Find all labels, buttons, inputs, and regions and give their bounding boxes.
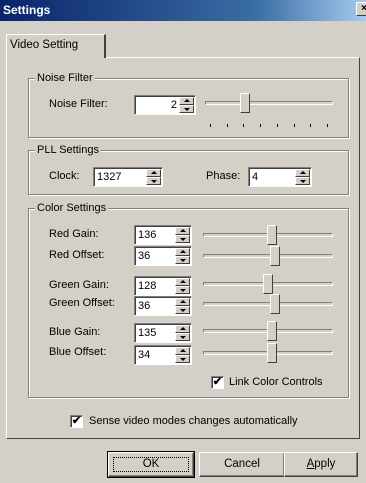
red-offset-spinbox[interactable]: 36	[134, 246, 192, 266]
red-offset-label: Red Offset:	[49, 249, 105, 261]
spin-up-button[interactable]	[175, 325, 190, 333]
green-offset-slider[interactable]	[203, 294, 333, 314]
noise-filter-ticks	[210, 124, 328, 130]
green-offset-label: Green Offset:	[49, 297, 115, 309]
spin-up-button[interactable]	[295, 169, 310, 177]
slider-thumb[interactable]	[263, 274, 273, 294]
slider-thumb[interactable]	[267, 225, 277, 245]
tick-mark	[260, 124, 261, 127]
spin-down-button[interactable]	[175, 235, 190, 243]
slider-track	[203, 302, 333, 306]
green-gain-spinbox[interactable]: 128	[134, 276, 192, 296]
green-gain-slider[interactable]	[203, 274, 333, 294]
spin-down-button[interactable]	[179, 105, 194, 113]
blue-gain-spinbox[interactable]: 135	[134, 323, 192, 343]
blue-gain-label: Blue Gain:	[49, 326, 101, 338]
clock-label: Clock:	[49, 170, 80, 182]
cancel-label: Cancel	[224, 458, 260, 470]
spin-up-button[interactable]	[175, 227, 190, 235]
apply-label: pply	[314, 458, 336, 470]
blue-offset-spinbox[interactable]: 34	[134, 345, 192, 365]
sense-video-checkbox[interactable]: ✔	[70, 415, 83, 428]
slider-thumb[interactable]	[240, 93, 250, 113]
spin-down-button[interactable]	[175, 286, 190, 294]
green-gain-label: Green Gain:	[49, 279, 109, 291]
tick-mark	[277, 124, 278, 127]
tick-mark	[310, 124, 311, 127]
cancel-button[interactable]: Cancel	[199, 452, 285, 477]
red-gain-value: 136	[138, 229, 157, 241]
pll-group-title: PLL Settings	[35, 144, 101, 156]
spin-down-button[interactable]	[175, 306, 190, 314]
link-color-checkbox[interactable]: ✔	[211, 376, 224, 389]
clock-spinbox[interactable]: 1327	[93, 167, 163, 187]
spin-up-button[interactable]	[175, 347, 190, 355]
spin-up-button[interactable]	[175, 248, 190, 256]
tick-mark	[243, 124, 244, 127]
green-offset-value: 36	[138, 300, 151, 312]
red-gain-spinbox[interactable]: 136	[134, 225, 192, 245]
red-gain-label: Red Gain:	[49, 228, 99, 240]
spin-up-button[interactable]	[146, 169, 161, 177]
sense-video-label: Sense video modes changes automatically	[89, 415, 298, 427]
green-gain-value: 128	[138, 280, 157, 292]
phase-spinbox[interactable]: 4	[248, 167, 312, 187]
tab-label: Video Setting	[10, 39, 79, 51]
phase-label: Phase:	[206, 170, 241, 182]
spin-down-button[interactable]	[175, 256, 190, 264]
blue-offset-value: 34	[138, 349, 151, 361]
tick-mark	[294, 124, 295, 127]
clock-value: 1327	[97, 171, 122, 183]
spin-up-button[interactable]	[175, 298, 190, 306]
close-button[interactable]: ×	[356, 2, 366, 16]
tab-video-setting[interactable]: Video Setting	[6, 34, 106, 58]
slider-thumb[interactable]	[270, 246, 280, 266]
noise-filter-label: Noise Filter:	[49, 98, 108, 110]
tick-mark	[327, 124, 328, 127]
tick-mark	[210, 124, 211, 127]
slider-thumb[interactable]	[270, 294, 280, 314]
spin-down-button[interactable]	[175, 355, 190, 363]
red-offset-slider[interactable]	[203, 246, 333, 266]
color-group-title: Color Settings	[35, 202, 109, 214]
check-icon: ✔	[71, 415, 82, 427]
focus-rect	[113, 457, 189, 472]
spin-down-button[interactable]	[175, 333, 190, 341]
slider-thumb[interactable]	[267, 343, 277, 363]
title-bar: Settings ×	[0, 0, 366, 21]
tick-mark	[227, 124, 228, 127]
noise-filter-slider[interactable]	[205, 93, 333, 113]
link-color-label: Link Color Controls	[229, 376, 323, 388]
spin-down-button[interactable]	[295, 177, 310, 185]
blue-gain-value: 135	[138, 327, 157, 339]
spin-up-button[interactable]	[175, 278, 190, 286]
spin-down-button[interactable]	[146, 177, 161, 185]
slider-thumb[interactable]	[267, 321, 277, 341]
noise-filter-group-title: Noise Filter	[35, 72, 95, 84]
slider-track	[203, 254, 333, 258]
check-icon: ✔	[212, 376, 223, 388]
slider-track	[205, 101, 333, 105]
red-gain-slider[interactable]	[203, 225, 333, 245]
window-title: Settings	[3, 3, 51, 17]
apply-button[interactable]: Apply	[284, 452, 358, 477]
ok-button[interactable]: OK	[107, 451, 195, 478]
phase-value: 4	[252, 171, 259, 183]
blue-gain-slider[interactable]	[203, 321, 333, 341]
noise-filter-value: 2	[170, 99, 177, 111]
green-offset-spinbox[interactable]: 36	[134, 296, 192, 316]
noise-filter-spinbox[interactable]: 2	[134, 95, 196, 115]
spin-up-button[interactable]	[179, 97, 194, 105]
blue-offset-slider[interactable]	[203, 343, 333, 363]
red-offset-value: 36	[138, 250, 151, 262]
close-icon: ×	[361, 3, 366, 14]
blue-offset-label: Blue Offset:	[49, 346, 107, 358]
